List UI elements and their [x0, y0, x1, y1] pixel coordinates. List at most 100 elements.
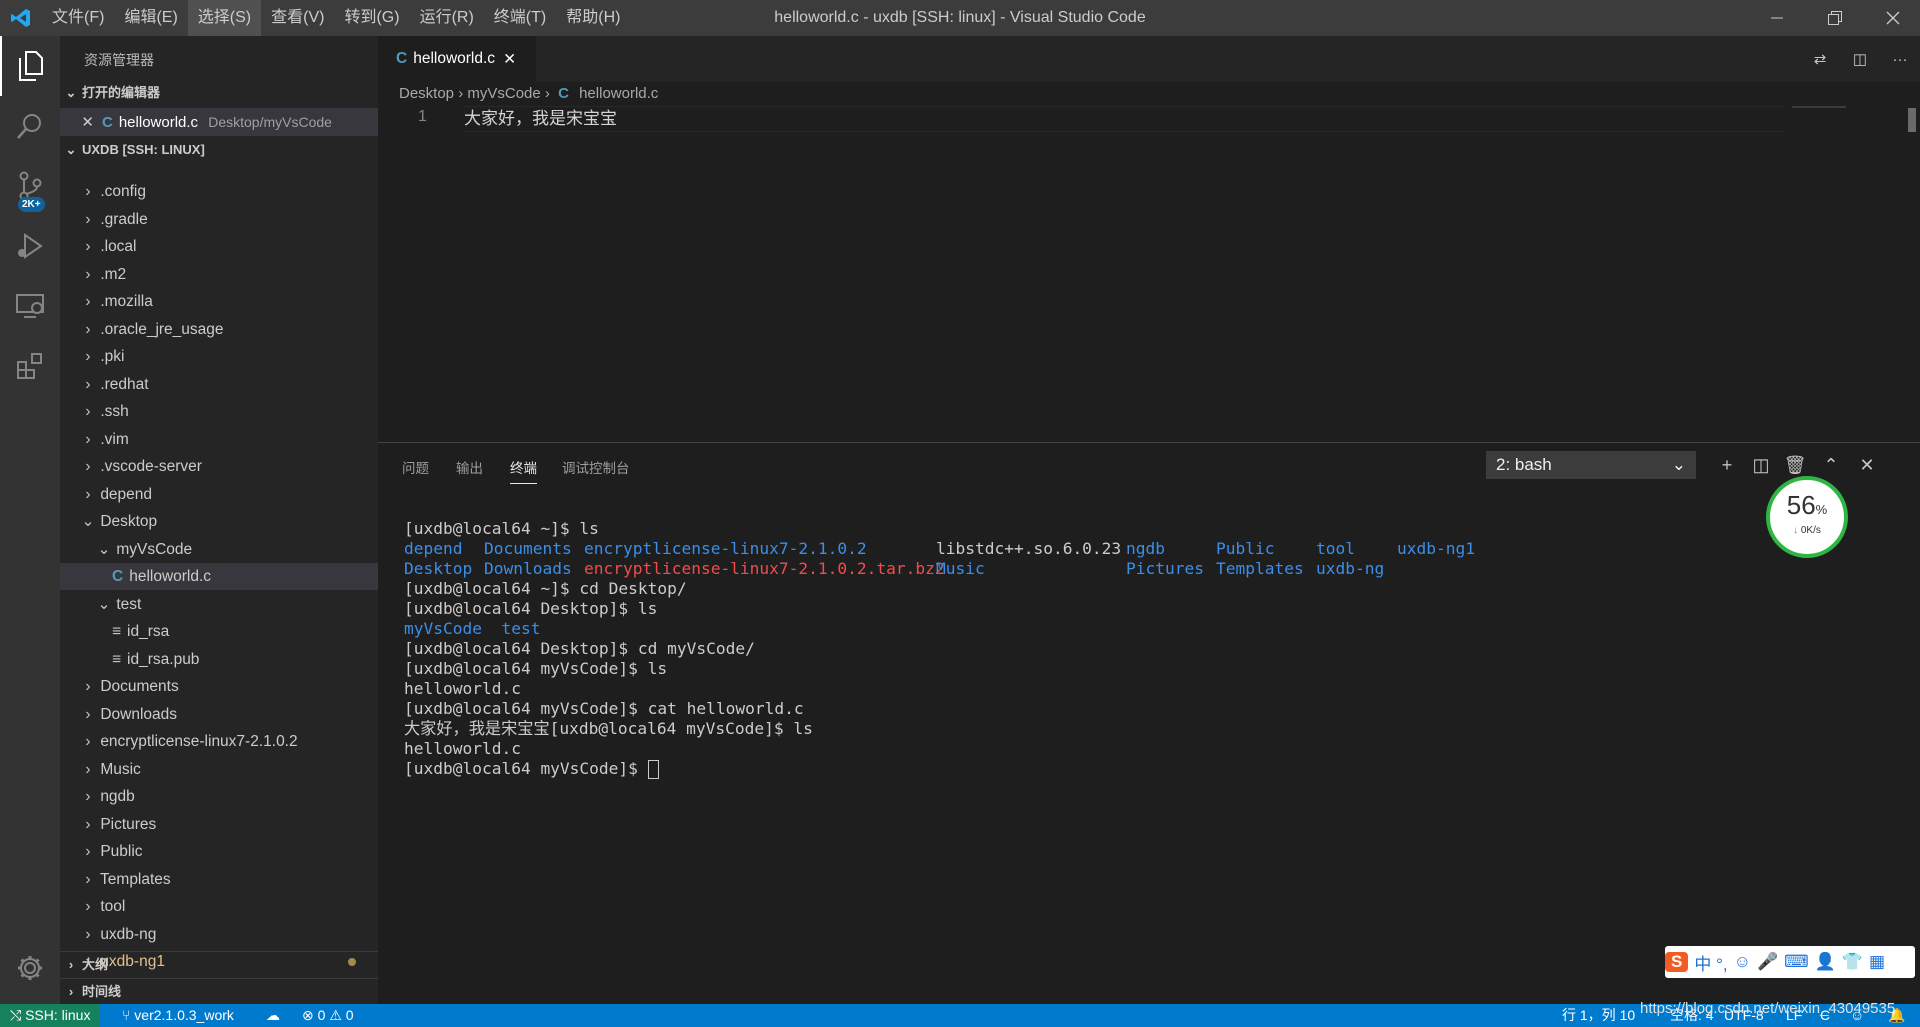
tree-folder[interactable]: › .gradle: [60, 206, 378, 233]
editor-scrollbar[interactable]: [1908, 108, 1916, 132]
code-editor[interactable]: 1 大家好，我是宋宝宝: [378, 106, 1920, 442]
tree-folder[interactable]: › Documents: [60, 673, 378, 700]
terminal-select[interactable]: 2: bash ⌄: [1486, 451, 1696, 479]
tree-folder[interactable]: › .m2: [60, 261, 378, 288]
tree-folder[interactable]: ⌄ test: [60, 591, 378, 618]
tree-folder[interactable]: › .pki: [60, 343, 378, 370]
menu-item[interactable]: 转到(G): [334, 0, 409, 36]
breadcrumb-desktop[interactable]: Desktop: [399, 85, 454, 102]
chevron-right-icon: ›: [85, 265, 91, 283]
tab-problems[interactable]: 问题: [402, 457, 429, 483]
tree-folder[interactable]: › Templates: [60, 866, 378, 893]
maximize-panel-icon[interactable]: ⌃: [1814, 451, 1848, 479]
close-tab-icon[interactable]: ✕: [503, 50, 516, 69]
terminal-prompt: [uxdb@local64 myVsCode]$: [404, 759, 648, 778]
watermark: https://blog.csdn.net/weixin_43049535: [1640, 1000, 1896, 1017]
tree-folder[interactable]: › .ssh: [60, 398, 378, 425]
menu-item[interactable]: 文件(F): [42, 0, 114, 36]
tree-folder[interactable]: › .oracle_jre_usage: [60, 316, 378, 343]
tab-terminal[interactable]: 终端: [510, 457, 537, 484]
branch-indicator[interactable]: ⑂ ver2.1.0.3_work: [122, 1004, 234, 1027]
network-speed-gauge[interactable]: 56% ↓ 0K/s: [1766, 476, 1848, 558]
breadcrumb-myvscode[interactable]: myVsCode: [467, 85, 540, 102]
menu-item[interactable]: 帮助(H): [556, 0, 630, 36]
git-branch-icon: ⑂: [122, 1007, 135, 1023]
remote-indicator[interactable]: ⤭ SSH: linux: [0, 1004, 101, 1027]
ls-entry: uxdb-ng1: [1397, 539, 1475, 558]
menu-item[interactable]: 选择(S): [187, 0, 262, 36]
tree-folder[interactable]: › encryptlicense-linux7-2.1.0.2: [60, 728, 378, 755]
tab-debug-console[interactable]: 调试控制台: [562, 457, 630, 483]
tab-helloworld[interactable]: C helloworld.c ✕: [378, 36, 536, 82]
tree-folder[interactable]: › .vim: [60, 426, 378, 453]
minimize-button[interactable]: [1748, 0, 1806, 36]
skin-icon[interactable]: 👕: [1842, 952, 1863, 972]
tree-folder[interactable]: ⌄ myVsCode: [60, 536, 378, 563]
tree-folder[interactable]: › .local: [60, 233, 378, 260]
menu-item[interactable]: 运行(R): [410, 0, 484, 36]
settings-gear-icon[interactable]: [0, 938, 60, 998]
error-count: 0: [317, 1007, 326, 1023]
emoji-icon[interactable]: ☺: [1734, 952, 1751, 972]
gauge-percent: 56: [1786, 490, 1816, 520]
new-terminal-icon[interactable]: +: [1710, 451, 1744, 479]
remote-explorer-icon[interactable]: [0, 276, 60, 336]
grid-icon[interactable]: ▦: [1869, 952, 1885, 972]
chevron-right-icon: ›: [85, 430, 91, 448]
tree-item-label: depend: [100, 485, 153, 503]
code-line[interactable]: 大家好，我是宋宝宝: [464, 106, 1784, 132]
open-editors-header[interactable]: ⌄ 打开的编辑器: [60, 80, 378, 106]
open-editor-item[interactable]: ✕ Chelloworld.c Desktop/myVsCode: [60, 108, 378, 136]
microphone-icon[interactable]: 🎤: [1757, 952, 1778, 972]
tree-folder[interactable]: › .config: [60, 178, 378, 205]
close-panel-icon[interactable]: ✕: [1850, 451, 1884, 479]
tree-folder[interactable]: › Pictures: [60, 811, 378, 838]
outline-header[interactable]: › 大纲: [60, 951, 378, 978]
tab-output[interactable]: 输出: [456, 457, 483, 483]
tree-folder[interactable]: › depend: [60, 481, 378, 508]
ime-toolbar[interactable]: S 中 °, ☺ 🎤 ⌨ 👤 👕 ▦: [1665, 946, 1915, 978]
workspace-header[interactable]: ⌄ UXDB [SSH: LINUX]: [60, 137, 378, 163]
restore-button[interactable]: [1806, 0, 1864, 36]
menu-item[interactable]: 终端(T): [484, 0, 556, 36]
user-icon[interactable]: 👤: [1815, 952, 1836, 972]
tree-folder[interactable]: › .mozilla: [60, 288, 378, 315]
keyboard-icon[interactable]: ⌨: [1784, 952, 1809, 972]
cursor-position[interactable]: 行 1，列 10: [1562, 1004, 1635, 1027]
tree-folder[interactable]: › .redhat: [60, 371, 378, 398]
open-changes-icon[interactable]: ⇄: [1800, 50, 1840, 68]
tree-folder[interactable]: › ngdb: [60, 783, 378, 810]
split-editor-icon[interactable]: ◫: [1840, 50, 1880, 68]
split-terminal-icon[interactable]: ◫: [1744, 451, 1778, 479]
terminal-output[interactable]: [uxdb@local64 ~]$ ls depend Documents encry…: [404, 499, 1475, 819]
menu-item[interactable]: 编辑(E): [114, 0, 187, 36]
kill-terminal-icon[interactable]: 🗑: [1778, 451, 1812, 479]
ime-mode[interactable]: 中 °,: [1694, 950, 1727, 975]
tree-folder[interactable]: › Downloads: [60, 701, 378, 728]
tree-folder[interactable]: › .vscode-server: [60, 453, 378, 480]
timeline-header[interactable]: › 时间线: [60, 978, 378, 1004]
run-debug-icon[interactable]: [0, 216, 60, 276]
close-window-button[interactable]: [1864, 0, 1920, 36]
explorer-icon[interactable]: [0, 36, 60, 96]
tree-folder[interactable]: › Music: [60, 756, 378, 783]
tree-folder[interactable]: ⌄ Desktop: [60, 508, 378, 535]
tree-folder[interactable]: › tool: [60, 893, 378, 920]
more-actions-icon[interactable]: ···: [1880, 51, 1920, 68]
terminal-line: [uxdb@local64 ~]$ cd Desktop/: [404, 579, 687, 598]
ls-entry: test: [501, 619, 541, 638]
breadcrumb-file[interactable]: helloworld.c: [579, 85, 658, 102]
tree-file[interactable]: ≡ id_rsa: [60, 618, 378, 645]
extensions-icon[interactable]: [0, 336, 60, 396]
tree-file[interactable]: Chelloworld.c: [60, 563, 378, 590]
menu-item[interactable]: 查看(V): [261, 0, 334, 36]
tree-folder[interactable]: › Public: [60, 838, 378, 865]
editor-tabs-bar: C helloworld.c ✕ ⇄ ◫ ···: [378, 36, 1920, 82]
tree-folder[interactable]: › uxdb-ng: [60, 921, 378, 948]
minimap[interactable]: [1792, 106, 1846, 108]
sync-icon[interactable]: ☁: [266, 1004, 280, 1027]
tree-file[interactable]: ≡ id_rsa.pub: [60, 646, 378, 673]
close-editor-icon[interactable]: ✕: [60, 109, 94, 137]
search-icon[interactable]: [0, 96, 60, 156]
problems-indicator[interactable]: ⊗ 0 ⚠ 0: [302, 1004, 354, 1027]
